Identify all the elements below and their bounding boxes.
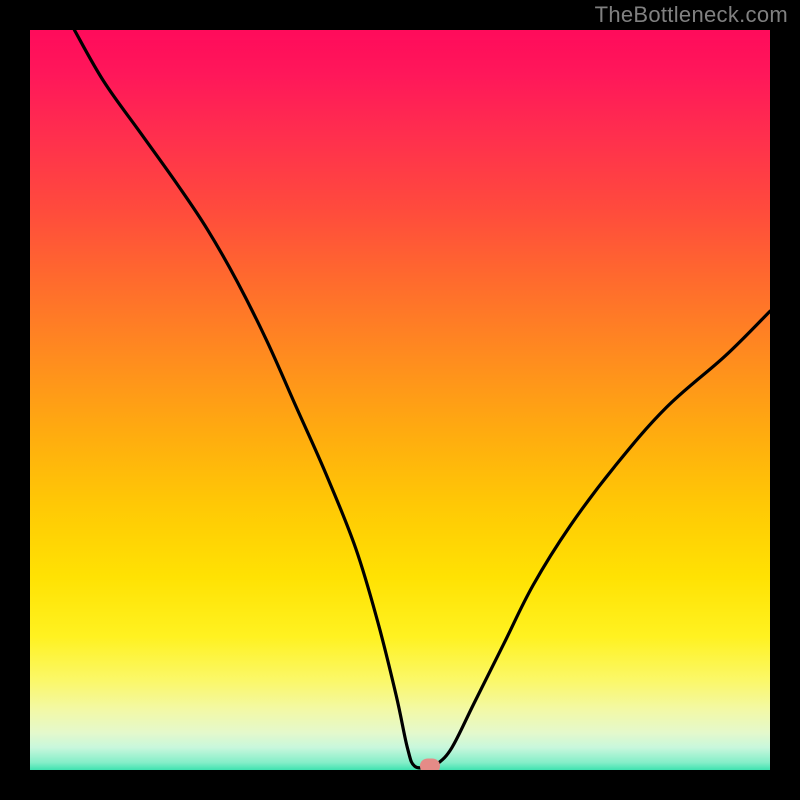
optimal-point-marker	[420, 759, 440, 770]
bottleneck-curve	[30, 30, 770, 770]
chart-frame: TheBottleneck.com	[0, 0, 800, 800]
watermark-text: TheBottleneck.com	[595, 2, 788, 28]
plot-area	[30, 30, 770, 770]
